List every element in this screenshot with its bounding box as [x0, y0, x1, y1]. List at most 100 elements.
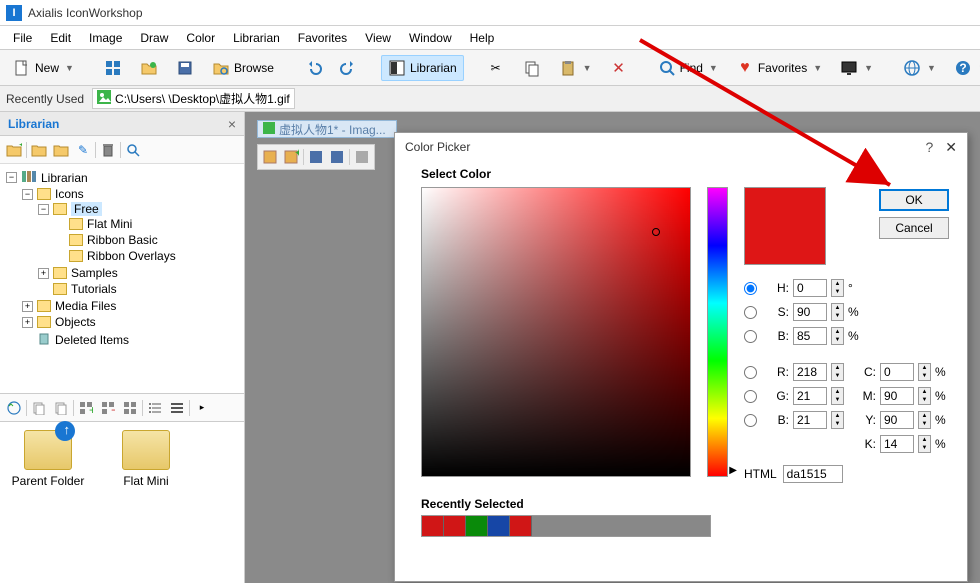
browse-button[interactable]: Browse — [205, 55, 281, 81]
grid-icon[interactable] — [120, 398, 140, 418]
flatmini-folder-item[interactable]: Flat Mini — [106, 430, 186, 488]
find-button[interactable]: Find ▼ — [651, 55, 725, 81]
spin-buttons[interactable]: ▲▼ — [918, 435, 931, 453]
menu-draw[interactable]: Draw — [131, 28, 177, 48]
spin-buttons[interactable]: ▲▼ — [831, 279, 844, 297]
expand-icon[interactable]: + — [22, 301, 33, 312]
collapse-icon[interactable]: − — [38, 204, 49, 215]
tree-icons[interactable]: Icons — [55, 187, 84, 201]
tree-samples[interactable]: Samples — [71, 266, 118, 280]
open-button[interactable] — [133, 55, 165, 81]
document-tab[interactable]: 虚拟人物1* - Imag... — [257, 120, 397, 138]
html-input[interactable] — [783, 465, 843, 483]
menu-file[interactable]: File — [4, 28, 41, 48]
tree-deleted[interactable]: Deleted Items — [55, 333, 129, 347]
collapse-icon[interactable]: − — [22, 189, 33, 200]
bri-radio[interactable] — [744, 330, 757, 343]
copy-button[interactable] — [516, 55, 548, 81]
list-icon[interactable] — [145, 398, 165, 418]
copy-icon[interactable] — [29, 398, 49, 418]
spin-buttons[interactable]: ▲▼ — [831, 363, 844, 381]
spin-buttons[interactable]: ▲▼ — [918, 411, 931, 429]
spin-buttons[interactable]: ▲▼ — [918, 363, 931, 381]
save-icon[interactable] — [328, 148, 346, 166]
r-radio[interactable] — [744, 366, 757, 379]
tree-root[interactable]: Librarian — [41, 171, 88, 185]
tool-icon[interactable] — [353, 148, 371, 166]
librarian-button[interactable]: Librarian — [381, 55, 464, 81]
menu-color[interactable]: Color — [177, 28, 224, 48]
edit-icon[interactable]: ✎ — [73, 140, 93, 160]
favorites-button[interactable]: ♥ Favorites ▼ — [729, 55, 829, 81]
tree-ribbonoverlays[interactable]: Ribbon Overlays — [87, 249, 176, 263]
menu-view[interactable]: View — [356, 28, 400, 48]
copy-icon[interactable] — [51, 398, 71, 418]
spin-buttons[interactable]: ▲▼ — [918, 387, 931, 405]
saturation-value-picker[interactable] — [421, 187, 691, 477]
folder-star-icon[interactable] — [29, 140, 49, 160]
monitor-button[interactable]: ▼ — [833, 55, 880, 81]
search-icon[interactable] — [123, 140, 143, 160]
menu-help[interactable]: Help — [461, 28, 504, 48]
cancel-button[interactable]: Cancel — [879, 217, 949, 239]
m-input[interactable] — [880, 387, 914, 405]
menu-image[interactable]: Image — [80, 28, 131, 48]
tree-mediafiles[interactable]: Media Files — [55, 299, 116, 313]
help-icon[interactable]: ? — [925, 139, 933, 155]
more-icon[interactable]: ▸ — [192, 398, 212, 418]
redo-button[interactable] — [333, 55, 365, 81]
swatch[interactable] — [444, 516, 466, 536]
tree-ribbonbasic[interactable]: Ribbon Basic — [87, 233, 158, 247]
expand-icon[interactable]: + — [22, 317, 33, 328]
new-button[interactable]: New ▼ — [6, 55, 81, 81]
menu-favorites[interactable]: Favorites — [289, 28, 356, 48]
swatch[interactable] — [510, 516, 532, 536]
grid-plus-icon[interactable]: + — [76, 398, 96, 418]
c-input[interactable] — [880, 363, 914, 381]
r-input[interactable] — [793, 363, 827, 381]
y-input[interactable] — [880, 411, 914, 429]
grid-button[interactable] — [97, 55, 129, 81]
save-icon[interactable] — [307, 148, 325, 166]
ok-button[interactable]: OK — [879, 189, 949, 211]
parent-folder-item[interactable]: Parent Folder — [8, 430, 88, 488]
help-button[interactable]: ?▼ — [947, 55, 980, 81]
close-icon[interactable]: × — [228, 116, 236, 132]
b-input[interactable] — [793, 411, 827, 429]
g-radio[interactable] — [744, 390, 757, 403]
globe-button[interactable]: ▼ — [896, 55, 943, 81]
tree-flatmini[interactable]: Flat Mini — [87, 217, 132, 231]
trash-icon[interactable] — [98, 140, 118, 160]
grid-minus-icon[interactable]: − — [98, 398, 118, 418]
swatch[interactable] — [488, 516, 510, 536]
swatch[interactable] — [466, 516, 488, 536]
tool-icon[interactable]: ✦ — [282, 148, 300, 166]
tree-objects[interactable]: Objects — [55, 315, 96, 329]
collapse-icon[interactable]: − — [6, 172, 17, 183]
swatch[interactable] — [422, 516, 444, 536]
sat-radio[interactable] — [744, 306, 757, 319]
save-button[interactable] — [169, 55, 201, 81]
delete-button[interactable]: ✕ — [603, 55, 635, 81]
menu-librarian[interactable]: Librarian — [224, 28, 289, 48]
bri-input[interactable] — [793, 327, 827, 345]
tree-tutorials[interactable]: Tutorials — [71, 282, 117, 296]
expand-icon[interactable]: + — [38, 268, 49, 279]
hue-radio[interactable] — [744, 282, 757, 295]
g-input[interactable] — [793, 387, 827, 405]
menu-window[interactable]: Window — [400, 28, 461, 48]
librarian-tree[interactable]: −Librarian −Icons −Free Flat Mini Ribbon… — [0, 164, 244, 394]
globe-refresh-icon[interactable] — [4, 398, 24, 418]
tool-icon[interactable] — [261, 148, 279, 166]
new-folder-icon[interactable]: ✦ — [4, 140, 24, 160]
h-input[interactable] — [793, 279, 827, 297]
paste-button[interactable]: ▼ — [552, 55, 599, 81]
recent-path[interactable]: C:\Users\ \Desktop\虚拟人物1.gif — [92, 88, 295, 109]
k-input[interactable] — [880, 435, 914, 453]
spin-buttons[interactable]: ▲▼ — [831, 387, 844, 405]
undo-button[interactable] — [297, 55, 329, 81]
hue-slider[interactable]: ▶ — [707, 187, 728, 477]
folder-icon[interactable] — [51, 140, 71, 160]
close-icon[interactable]: ✕ — [945, 139, 957, 156]
cut-button[interactable]: ✂ — [480, 55, 512, 81]
